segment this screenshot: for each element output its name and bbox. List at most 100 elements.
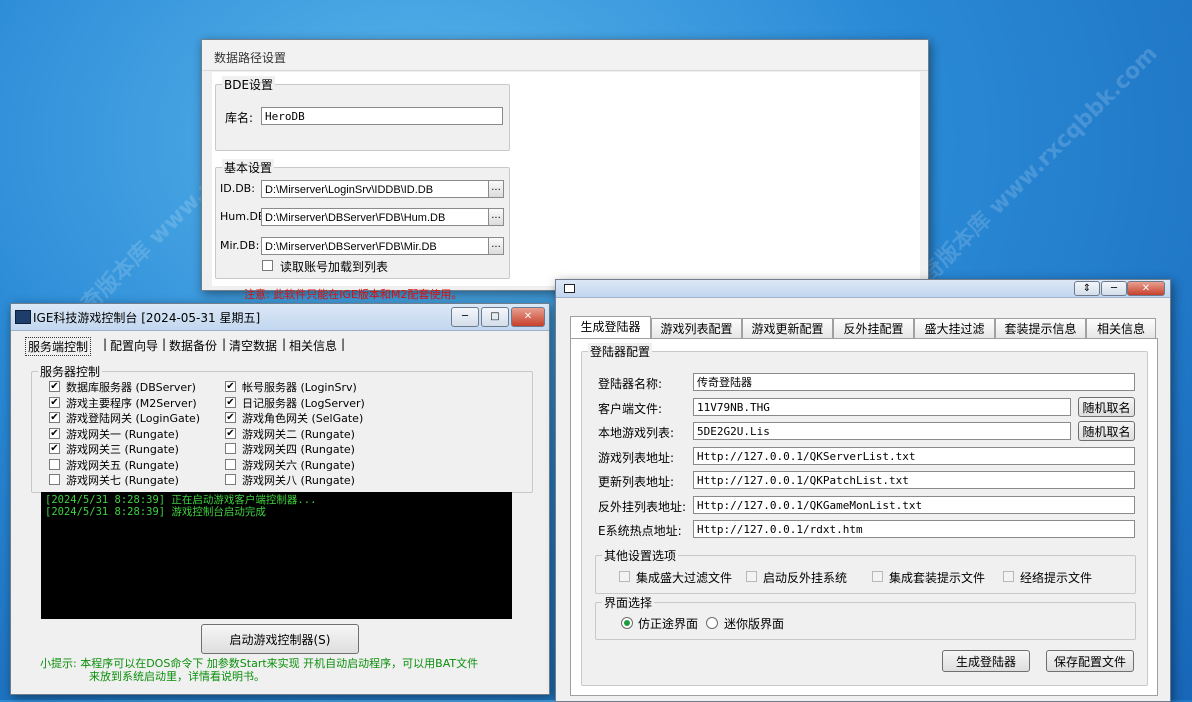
- login-titlebar[interactable]: ⇕ ─ ✕: [556, 280, 1170, 298]
- server-checkbox[interactable]: [225, 458, 236, 470]
- login-field-label: 反外挂列表地址:: [598, 499, 687, 514]
- server-checkbox[interactable]: ✔: [225, 396, 236, 408]
- app-icon: [564, 284, 575, 293]
- login-config-window: ⇕ ─ ✕ 生成登陆器 游戏列表配置 游戏更新配置 反外挂配置 盛大挂过滤 套装…: [555, 279, 1171, 702]
- tab-config-wizard[interactable]: 配置向导: [110, 337, 158, 354]
- option-checkbox[interactable]: [872, 571, 883, 582]
- generate-login-button[interactable]: 生成登陆器: [942, 650, 1030, 672]
- other-options-title: 其他设置选项: [602, 547, 679, 564]
- option-checkbox[interactable]: [746, 571, 757, 582]
- db-notice-text: 注意: 此软件只能在IGE版本和M2配套使用。: [244, 288, 463, 301]
- server-checkbox[interactable]: [49, 474, 60, 485]
- ui-mini-radio[interactable]: [706, 617, 718, 629]
- option-label: 集成套装提示文件: [889, 571, 986, 585]
- tab-divider: |: [282, 337, 287, 351]
- basic-group-title: 基本设置: [222, 159, 275, 176]
- console-tab-strip: 服务端控制 | 配置向导 | 数据备份 | 清空数据 | 相关信息 |: [21, 335, 541, 356]
- id-db-field[interactable]: D:\Mirserver\LoginSrv\IDDB\ID.DB: [261, 180, 490, 198]
- server-checkbox[interactable]: ✔: [49, 427, 60, 439]
- server-label: 游戏网关二 (Rungate): [242, 427, 355, 441]
- random-name-button[interactable]: 随机取名: [1078, 421, 1135, 441]
- server-label: 游戏网关五 (Rungate): [66, 458, 179, 472]
- db-window-body: BDE设置 库名: HeroDB 基本设置 ID.DB: D:\Mirserve…: [212, 72, 920, 286]
- option-checkbox[interactable]: [619, 571, 630, 582]
- random-name-button[interactable]: 随机取名: [1078, 396, 1135, 417]
- server-checkbox[interactable]: [225, 443, 236, 454]
- tip-line: 来放到系统启动里，详情看说明书。: [89, 670, 265, 683]
- login-field-input[interactable]: 11V79NB.THG: [693, 397, 1071, 416]
- save-config-button[interactable]: 保存配置文件: [1046, 650, 1134, 672]
- tab-about[interactable]: 相关信息: [1086, 318, 1156, 338]
- log-line: [2024/5/31 8:28:39] 游戏控制台启动完成: [45, 506, 266, 518]
- tab-game-list-config[interactable]: 游戏列表配置: [651, 318, 742, 338]
- tab-shanda-filter[interactable]: 盛大挂过滤: [914, 318, 995, 338]
- load-accounts-label: 读取账号加载到列表: [280, 260, 389, 274]
- login-field-label: 更新列表地址:: [598, 475, 675, 489]
- server-checkbox[interactable]: ✔: [49, 396, 60, 408]
- mir-db-label: Mir.DB:: [220, 239, 260, 252]
- server-checkbox[interactable]: [49, 458, 60, 470]
- server-checkbox[interactable]: ✔: [225, 412, 236, 423]
- mir-db-field[interactable]: D:\Mirserver\DBServer\FDB\Mir.DB: [261, 237, 490, 255]
- app-icon: [15, 310, 31, 324]
- server-checkbox[interactable]: ✔: [49, 412, 60, 423]
- server-checkbox[interactable]: ✔: [49, 381, 60, 392]
- tip-text: 小提示: 本程序可以在DOS命令下 加参数Start来实现 开机自动启动程序，可…: [40, 657, 478, 683]
- ui-select-title: 界面选择: [602, 594, 655, 611]
- login-field-input[interactable]: Http://127.0.0.1/QKPatchList.txt: [693, 471, 1135, 489]
- login-config-title: 登陆器配置: [588, 343, 653, 360]
- ui-zhengtu-label: 仿正途界面: [638, 617, 699, 631]
- close-button[interactable]: ✕: [1127, 281, 1165, 296]
- bde-settings-group: BDE设置 库名: HeroDB: [215, 76, 510, 151]
- close-button[interactable]: ✕: [511, 307, 545, 327]
- ui-zhengtu-radio[interactable]: [621, 617, 633, 629]
- server-label: 游戏登陆网关 (LoginGate): [66, 412, 201, 425]
- server-label: 游戏网关七 (Rungate): [66, 474, 179, 487]
- server-label: 数据库服务器 (DBServer): [66, 381, 196, 394]
- basic-settings-group: 基本设置 ID.DB: D:\Mirserver\LoginSrv\IDDB\I…: [215, 159, 510, 279]
- tab-suit-tips[interactable]: 套装提示信息: [995, 318, 1086, 338]
- tab-game-update-config[interactable]: 游戏更新配置: [742, 318, 833, 338]
- server-checkbox[interactable]: [225, 474, 236, 485]
- console-titlebar[interactable]: IGE科技游戏控制台 [2024-05-31 星期五] ─ □ ✕: [11, 304, 549, 331]
- server-checkbox[interactable]: ✔: [49, 443, 60, 454]
- minimize-button[interactable]: ─: [451, 307, 479, 327]
- login-field-input[interactable]: 传奇登陆器: [693, 373, 1135, 391]
- login-field-input[interactable]: Http://127.0.0.1/QKGameMonList.txt: [693, 495, 1135, 514]
- tab-anti-cheat-config[interactable]: 反外挂配置: [833, 318, 914, 338]
- tab-divider: |: [222, 337, 227, 351]
- start-controller-button[interactable]: 启动游戏控制器(S): [201, 624, 359, 654]
- tab-divider: |: [162, 337, 167, 351]
- minimize-button[interactable]: ─: [1101, 281, 1127, 296]
- db-window-titlebar[interactable]: 数据路径设置: [202, 40, 928, 71]
- id-db-browse-button[interactable]: ...: [488, 180, 504, 198]
- log-line: [2024/5/31 8:28:39] 正在启动游戏客户端控制器...: [45, 494, 317, 506]
- restore-button[interactable]: ⇕: [1074, 281, 1100, 296]
- tab-about[interactable]: 相关信息: [289, 337, 337, 354]
- tab-data-backup[interactable]: 数据备份: [169, 337, 217, 354]
- login-field-input[interactable]: 5DE2G2U.Lis: [693, 422, 1071, 440]
- option-checkbox[interactable]: [1003, 571, 1014, 582]
- load-accounts-checkbox[interactable]: [262, 260, 273, 271]
- maximize-button[interactable]: □: [481, 307, 509, 327]
- login-field-input[interactable]: Http://127.0.0.1/QKServerList.txt: [693, 446, 1135, 465]
- server-label: 游戏网关八 (Rungate): [242, 474, 355, 487]
- login-field-input[interactable]: Http://127.0.0.1/rdxt.htm: [693, 520, 1135, 538]
- db-name-field[interactable]: HeroDB: [261, 107, 503, 125]
- hum-db-field[interactable]: D:\Mirserver\DBServer\FDB\Hum.DB: [261, 208, 490, 226]
- tab-server-control[interactable]: 服务端控制: [25, 337, 92, 356]
- server-label: 游戏网关一 (Rungate): [66, 427, 179, 441]
- db-path-window: 数据路径设置 BDE设置 库名: HeroDB 基本设置 ID.DB: D:\M…: [201, 39, 929, 301]
- server-label: 游戏网关六 (Rungate): [242, 458, 355, 472]
- tab-clear-data[interactable]: 清空数据: [229, 337, 277, 354]
- server-checkbox[interactable]: ✔: [225, 427, 236, 439]
- option-label: 经络提示文件: [1020, 571, 1093, 585]
- server-label: 帐号服务器 (LoginSrv): [242, 381, 357, 394]
- server-checkbox[interactable]: ✔: [225, 381, 236, 392]
- hum-db-browse-button[interactable]: ...: [488, 208, 504, 226]
- login-tab-strip: 生成登陆器 游戏列表配置 游戏更新配置 反外挂配置 盛大挂过滤 套装提示信息 相…: [570, 316, 1160, 338]
- login-field-label: 游戏列表地址:: [598, 450, 675, 465]
- ui-mini-label: 迷你版界面: [724, 617, 785, 631]
- mir-db-browse-button[interactable]: ...: [488, 237, 504, 255]
- tab-generate-login[interactable]: 生成登陆器: [570, 316, 651, 338]
